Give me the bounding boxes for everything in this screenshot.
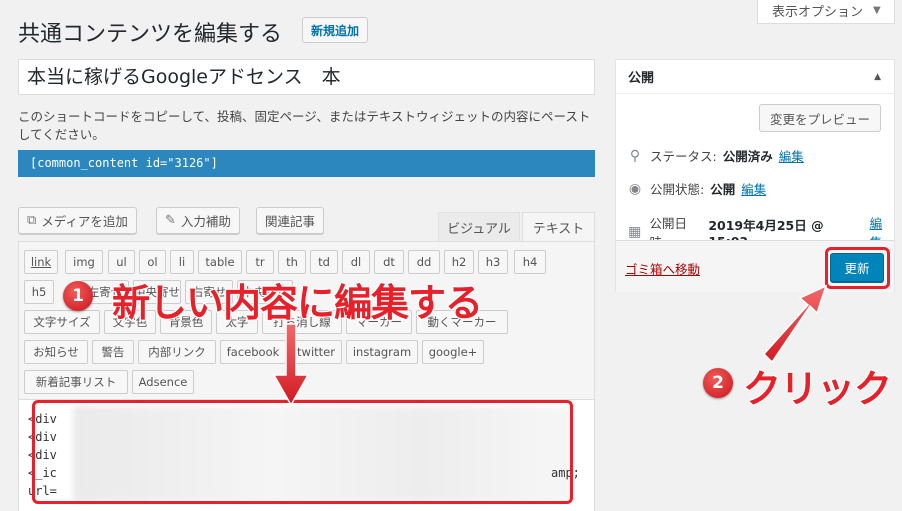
step-2-instruction: クリック — [742, 366, 893, 412]
visibility-edit-link[interactable]: 編集 — [741, 179, 766, 198]
qt-th-button[interactable]: th — [278, 250, 306, 274]
qt-notice-button[interactable]: お知らせ — [24, 340, 88, 364]
qt-warning-button[interactable]: 警告 — [92, 340, 134, 364]
qt-h4-button[interactable]: h4 — [514, 250, 546, 274]
visibility-value: 公開 — [710, 182, 736, 197]
related-articles-button[interactable]: 関連記事 — [256, 207, 325, 234]
edit-area-highlight — [32, 400, 573, 504]
qt-twitter-button[interactable]: twitter — [290, 340, 342, 364]
qt-instagram-button[interactable]: instagram — [346, 340, 418, 364]
qt-dd-button[interactable]: dd — [408, 250, 440, 274]
qt-ol-button[interactable]: ol — [139, 250, 166, 274]
add-media-button[interactable]: ⧉ メディアを追加 — [18, 207, 137, 234]
step-2-badge: 2 — [703, 368, 733, 398]
qt-li-button[interactable]: li — [170, 250, 194, 274]
add-media-label: メディアを追加 — [41, 214, 128, 229]
calendar-icon: ▦ — [628, 224, 642, 240]
step-1-instruction: 新しい内容に編集する — [111, 280, 484, 326]
diagonal-arrow — [762, 284, 828, 364]
qt-googleplus-button[interactable]: google+ — [422, 340, 484, 364]
qt-dt-button[interactable]: dt — [374, 250, 404, 274]
tab-text[interactable]: テキスト — [522, 212, 595, 242]
qt-h2-button[interactable]: h2 — [444, 250, 474, 274]
step-1-badge: 1 — [63, 281, 93, 311]
move-to-trash-link[interactable]: ゴミ箱へ移動 — [625, 259, 700, 278]
status-value: 公開済み — [722, 149, 773, 164]
qt-font-size-button[interactable]: 文字サイズ — [24, 310, 100, 334]
shortcode-field[interactable]: [common_content id="3126"] — [18, 150, 595, 177]
visibility-row: ◉ 公開状態: 公開 編集 — [626, 179, 766, 198]
qt-h3-button[interactable]: h3 — [478, 250, 508, 274]
qt-facebook-button[interactable]: facebook — [220, 340, 286, 364]
qt-internal-link-button[interactable]: 内部リンク — [138, 340, 216, 364]
input-assist-button[interactable]: ✎ 入力補助 — [156, 207, 240, 234]
tab-visual[interactable]: ビジュアル — [438, 212, 520, 242]
publish-heading-label: 公開 — [628, 71, 655, 86]
input-assist-label: 入力補助 — [180, 214, 231, 229]
eye-icon: ◉ — [628, 180, 642, 197]
page-title: 共通コンテンツを編集する — [18, 22, 283, 47]
media-icon: ⧉ — [27, 213, 37, 228]
qt-tr-button[interactable]: tr — [246, 250, 274, 274]
qt-table-button[interactable]: table — [198, 250, 242, 274]
status-edit-link[interactable]: 編集 — [779, 146, 804, 165]
add-new-button[interactable]: 新規追加 — [302, 17, 369, 43]
publish-heading[interactable]: 公開 ▲ — [616, 60, 894, 94]
update-button-highlight — [825, 247, 890, 289]
chevron-down-icon: ▼ — [873, 5, 881, 16]
screen-options-label: 表示オプション — [772, 5, 864, 20]
status-label: ステータス: — [650, 149, 717, 164]
qt-h5-button[interactable]: h5 — [24, 280, 54, 304]
preview-changes-button[interactable]: 変更をプレビュー — [759, 104, 882, 132]
post-title-input[interactable]: 本当に稼げるGoogleアドセンス 本 — [18, 59, 595, 95]
qt-link-button[interactable]: link — [24, 250, 58, 274]
screen-options-toggle[interactable]: 表示オプション ▼ — [757, 0, 895, 24]
qt-ul-button[interactable]: ul — [108, 250, 135, 274]
shortcode-description: このショートコードをコピーして、投稿、固定ページ、またはテキストウィジェットの内… — [18, 109, 591, 142]
qt-dl-button[interactable]: dl — [342, 250, 370, 274]
qt-adsense-button[interactable]: Adsence — [132, 370, 194, 394]
pin-icon: ⚲ — [629, 147, 641, 164]
related-articles-label: 関連記事 — [265, 214, 316, 229]
qt-new-posts-button[interactable]: 新着記事リスト — [24, 370, 128, 394]
pencil-icon: ✎ — [165, 213, 176, 228]
qt-td-button[interactable]: td — [310, 250, 338, 274]
collapse-triangle-icon[interactable]: ▲ — [874, 72, 881, 82]
visibility-label: 公開状態: — [650, 182, 705, 197]
qt-img-button[interactable]: img — [65, 250, 103, 274]
status-row: ⚲ ステータス: 公開済み 編集 — [626, 146, 804, 165]
